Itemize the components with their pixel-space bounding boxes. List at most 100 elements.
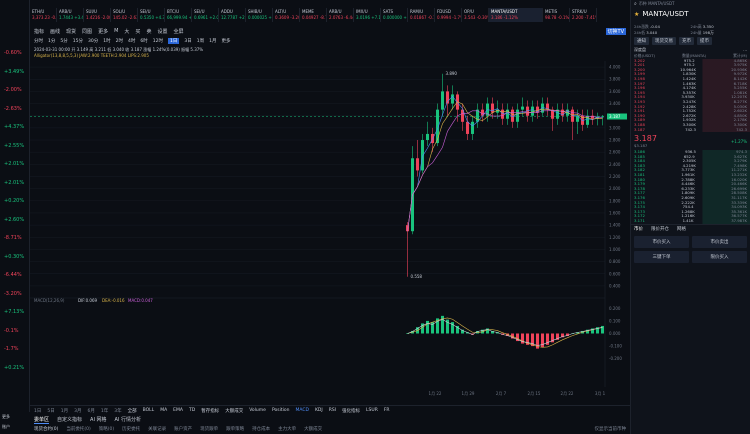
toolbar-item[interactable]: 同图 — [82, 28, 92, 35]
toolbar-item[interactable]: 全屏 — [173, 28, 183, 35]
timeframe-option[interactable]: 分时 — [34, 38, 43, 44]
range-option[interactable]: 全部 — [128, 408, 137, 414]
more-icon[interactable]: ⋯ — [743, 48, 747, 53]
order-tab[interactable]: 主力大单 — [278, 426, 296, 432]
ticker-item[interactable]: SOL/U145.02 -2.63% — [111, 8, 138, 22]
toolbar-item[interactable]: 设置 — [157, 28, 167, 35]
toolbar-item[interactable]: 大 — [124, 28, 129, 35]
timeframe-option[interactable]: 4时 — [128, 38, 135, 44]
timeframe-option[interactable]: 1分 — [48, 38, 55, 44]
range-option[interactable]: 6月 — [88, 408, 95, 414]
indicator-tab[interactable]: TD — [189, 408, 195, 413]
watchlist-change[interactable]: +4.37% — [4, 124, 24, 130]
order-tab[interactable]: 历史委托 — [122, 426, 140, 432]
pair-action-button[interactable]: 现货交易 — [652, 37, 676, 45]
indicator-tab[interactable]: EMA — [173, 408, 183, 413]
ticker-item[interactable]: METIS 98.78 -0.1% — [543, 8, 570, 22]
order-tab[interactable]: 大额成交 — [304, 426, 322, 432]
trade-tab[interactable]: 市价 — [634, 226, 643, 232]
watchlist-change[interactable]: -8.71% — [4, 235, 22, 241]
watchlist-change[interactable]: +2.01% — [4, 161, 24, 167]
trade-tab[interactable]: 网格 — [677, 226, 686, 232]
ticker-item[interactable]: ETH/U3,373.23 -0.60% — [30, 8, 57, 22]
watchlist-change[interactable]: +2.60% — [4, 217, 24, 223]
watchlist-change[interactable]: +0.20% — [4, 198, 24, 204]
ticker-item[interactable]: ARB/U1.7443 +3.49% — [57, 8, 84, 22]
ticker-item[interactable]: FDUSD 0.9994 -1.7% — [435, 8, 462, 22]
current-pair-filter[interactable]: 仅显示当前币种 — [595, 426, 627, 432]
timeframe-option[interactable]: 5分 — [60, 38, 67, 44]
range-option[interactable]: 3月 — [74, 408, 81, 414]
order-tab[interactable]: 策略(0) — [99, 426, 114, 432]
ticker-item[interactable]: SEI/U0.5350 +4.37% — [138, 8, 165, 22]
timeframe-option[interactable]: 更多 — [221, 38, 230, 44]
ticker-item[interactable]: OP/U 3.543 -0.30% — [462, 8, 489, 22]
watchlist-change[interactable]: +2.55% — [4, 143, 24, 149]
ticker-item[interactable]: ADDU12.7787 +2.01% — [219, 8, 246, 22]
ticker-item[interactable]: SEI/U0.6961 +2.01% — [192, 8, 219, 22]
indicator-tab[interactable]: RSI — [329, 408, 336, 413]
toolbar-item[interactable]: 画线 — [50, 28, 60, 35]
timeframe-option[interactable]: 12时 — [153, 38, 163, 44]
toolbar-item[interactable]: 更多 — [98, 28, 108, 35]
watchlist-change[interactable]: -3.20% — [4, 291, 22, 297]
order-tab[interactable]: 现货跟单 — [200, 426, 218, 432]
pair-action-button[interactable]: 充币 — [679, 37, 694, 45]
range-option[interactable]: 1日 — [34, 408, 41, 414]
indicator-tab[interactable]: Volume — [249, 408, 266, 413]
range-option[interactable]: 1年 — [101, 408, 108, 414]
watchlist-change[interactable]: +7.13% — [4, 309, 24, 315]
indicator-tab[interactable]: Position — [272, 408, 290, 413]
trade-button[interactable]: 限价买入 — [692, 250, 747, 263]
panel-tab[interactable]: 委单区 — [34, 416, 50, 424]
indicator-tab[interactable]: 强化指标 — [342, 408, 360, 414]
trade-button[interactable]: 三键下单 — [634, 250, 689, 263]
watchlist-change[interactable]: -0.60% — [4, 50, 22, 56]
ticker-item[interactable]: MEME0.04927 -8.71% — [300, 8, 327, 22]
trade-tab[interactable]: 限价开仓 — [651, 226, 669, 232]
panel-tab[interactable]: 自定义指标 — [57, 416, 82, 423]
timeframe-option[interactable]: 1月 — [209, 38, 216, 44]
order-tab[interactable]: 关联记录 — [148, 426, 166, 432]
ticker-item[interactable]: STRK/U 2.200 -7.41% — [570, 8, 597, 22]
panel-tab[interactable]: AI 行情分析 — [115, 416, 142, 423]
indicator-tab[interactable]: BOLL — [143, 408, 155, 413]
trade-button[interactable]: 市价卖出 — [692, 235, 747, 248]
price-chart[interactable]: 2024-03-31 00:00 开 3.149 高 3.211 低 3.040… — [30, 47, 630, 405]
range-option[interactable]: 1月 — [61, 408, 68, 414]
timeframe-option[interactable]: 2时 — [116, 38, 123, 44]
ticker-item[interactable]: RAM/U0.01867 -0.1% — [408, 8, 435, 22]
watchlist-change[interactable]: -6.44% — [4, 272, 22, 278]
pair-action-button[interactable]: 提币 — [697, 37, 712, 45]
timeframe-option[interactable]: 15分 — [73, 38, 83, 44]
account-button[interactable]: 账户 — [2, 424, 28, 430]
ticker-item[interactable]: SHIB/U0.000025 +0.20% — [246, 8, 273, 22]
panel-tab[interactable]: AI 网格 — [90, 416, 107, 423]
indicator-tab[interactable]: 暂存指标 — [201, 408, 219, 414]
ticker-item[interactable]: IMX/U3.0196 +7.13% — [354, 8, 381, 22]
toolbar-item[interactable]: 卖 — [146, 28, 151, 35]
range-option[interactable]: 3年 — [114, 408, 121, 414]
toolbar-item[interactable]: 买 — [135, 28, 140, 35]
ticker-item[interactable]: ARB/U2.0763 -6.44% — [327, 8, 354, 22]
watchlist-change[interactable]: +0.21% — [4, 365, 24, 371]
range-option[interactable]: 5日 — [47, 408, 54, 414]
ticker-item[interactable]: BTC/U66,999.94 +2.55% — [165, 8, 192, 22]
order-tab[interactable]: 持仓成本 — [252, 426, 270, 432]
toolbar-item[interactable]: 现货 — [66, 28, 76, 35]
indicator-tab[interactable]: LSUR — [366, 408, 378, 413]
timeframe-option[interactable]: 3日 — [184, 38, 191, 44]
indicator-tab[interactable]: MA — [160, 408, 167, 413]
timeframe-option[interactable]: 1日 — [167, 37, 180, 44]
indicator-tab[interactable]: MACD — [295, 408, 309, 413]
timeframe-option[interactable]: 1时 — [103, 38, 110, 44]
more-button[interactable]: 更多 — [2, 414, 28, 420]
pair-action-button[interactable]: 通知 — [634, 37, 649, 45]
watchlist-change[interactable]: +3.49% — [4, 69, 24, 75]
ticker-item[interactable]: MANTA/USDT 3.186 -1.12% — [489, 8, 543, 22]
order-tab[interactable]: 账户资产 — [174, 426, 192, 432]
switch-tv-button[interactable]: 切换TV — [605, 27, 626, 35]
watchlist-change[interactable]: -0.1% — [4, 328, 19, 334]
watchlist-change[interactable]: +2.01% — [4, 180, 24, 186]
ticker-item[interactable]: SATS0.000000 +0.21% — [381, 8, 408, 22]
